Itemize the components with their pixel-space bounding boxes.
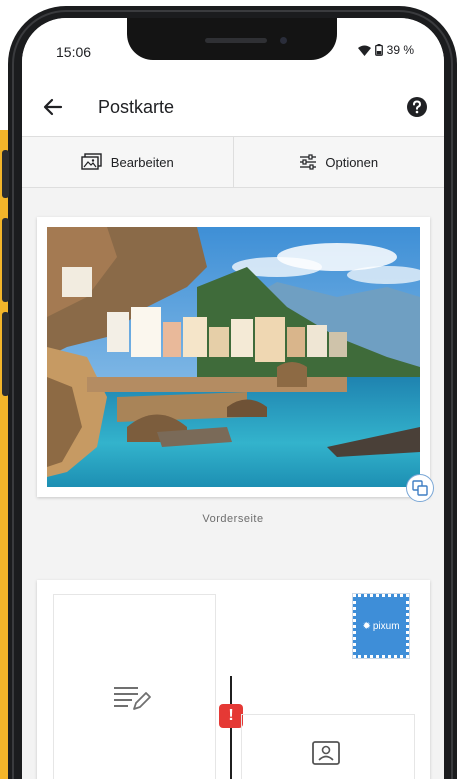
status-bar: 15:06 39 %: [22, 18, 444, 78]
page-title: Postkarte: [98, 97, 175, 117]
battery-icon: [374, 44, 383, 56]
stamp-logo-icon: ✹: [362, 620, 371, 632]
back-button[interactable]: [40, 94, 66, 120]
stamp[interactable]: ✹ pixum: [353, 594, 409, 658]
flip-side-icon: [412, 480, 428, 496]
address-contact-icon: [312, 741, 340, 765]
battery-percent: 39 %: [386, 43, 414, 57]
warning-badge[interactable]: !: [219, 704, 243, 728]
help-button[interactable]: [406, 96, 428, 118]
app-bar: Postkarte: [22, 78, 444, 136]
arrow-left-icon: [43, 98, 63, 116]
phone-volume-button: [2, 312, 9, 396]
phone-volume-button: [2, 218, 9, 302]
postcard-front[interactable]: [37, 217, 430, 497]
flip-card-button[interactable]: [406, 474, 434, 502]
status-indicators: 39 %: [357, 43, 414, 57]
image-edit-icon: [81, 153, 102, 170]
help-icon: [407, 97, 427, 117]
status-time: 15:06: [56, 44, 92, 60]
edit-text-icon: [114, 687, 151, 710]
sliders-icon: [300, 154, 317, 170]
options-button[interactable]: Optionen: [232, 137, 445, 187]
edit-button-label: Bearbeiten: [110, 154, 174, 170]
postcard-photo[interactable]: [47, 227, 420, 487]
options-button-label: Optionen: [325, 154, 379, 170]
edit-button[interactable]: Bearbeiten: [22, 137, 233, 187]
editor-toolbar: Bearbeiten Optionen: [22, 136, 444, 188]
front-side-label: Vorderseite: [202, 513, 264, 525]
amalfi-coast-photo: [47, 227, 420, 487]
earpiece-speaker: [205, 38, 267, 43]
message-text-area[interactable]: [53, 594, 216, 779]
stamp-brand: pixum: [372, 620, 400, 632]
front-camera: [280, 37, 287, 44]
wifi-icon: [357, 45, 371, 56]
postcard-back: ! ✹ pixum: [37, 580, 430, 779]
phone-side-button: [2, 150, 9, 198]
address-field[interactable]: [241, 714, 415, 779]
app-screen: 15:06 39 % Postkarte Bearbeiten Optionen…: [22, 18, 444, 779]
